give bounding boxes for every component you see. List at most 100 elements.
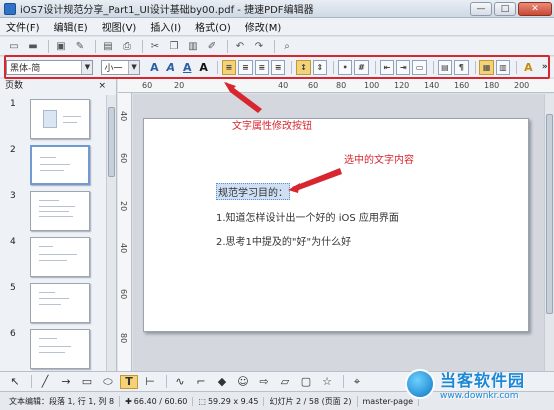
points-icon[interactable]: ⌖	[348, 375, 366, 389]
menu-modify[interactable]: 修改(M)	[245, 19, 281, 34]
italic-icon[interactable]: A	[164, 60, 178, 75]
page-thumbnail[interactable]	[30, 99, 90, 139]
redo-icon[interactable]: ↷	[251, 39, 267, 53]
document-canvas[interactable]: 规范学习目的： 1.知道怎样设计出一个好的 iOS 应用界面 2.思考1中提及的…	[133, 94, 544, 371]
page-thumbnail[interactable]	[30, 237, 90, 277]
menu-file[interactable]: 文件(F)	[6, 19, 40, 34]
font-size-select[interactable]: 小一 ▼	[100, 59, 141, 75]
print-icon[interactable]: ⎙	[119, 39, 135, 53]
align-center-icon[interactable]: ≡	[238, 59, 253, 75]
vertical-text-icon[interactable]: ▥	[495, 59, 511, 75]
page-thumbnail-item[interactable]: 1	[0, 97, 106, 141]
selected-text-block[interactable]: 规范学习目的：	[216, 183, 290, 200]
indent-increase-icon[interactable]: ⇥	[396, 59, 411, 75]
scrollbar-thumb[interactable]	[108, 107, 115, 177]
menu-insert[interactable]: 插入(I)	[150, 19, 181, 34]
rectangle-icon[interactable]: ▭	[78, 375, 96, 389]
page-thumbnail[interactable]	[30, 191, 90, 231]
copy-icon[interactable]: ❐	[166, 39, 182, 53]
status-size-value: 59.29 x 9.45	[207, 396, 259, 406]
ellipse-icon[interactable]: ⬭	[99, 375, 117, 389]
page-thumbnail[interactable]	[30, 283, 90, 323]
ruler-label: 200	[514, 81, 530, 90]
thumbnail-line	[63, 116, 81, 117]
basic-shapes-icon[interactable]: ◆	[213, 375, 231, 389]
page-thumbnail-item[interactable]: 4	[0, 235, 106, 279]
line-icon[interactable]: ╱	[36, 375, 54, 389]
paragraph-spacing-icon[interactable]: ⇕	[312, 59, 328, 75]
page-thumbnail[interactable]	[30, 329, 90, 369]
bold-icon[interactable]: A	[147, 60, 161, 75]
page-thumbnail-item[interactable]: 3	[0, 189, 106, 233]
bullets-icon[interactable]: •	[337, 59, 353, 75]
scrollbar-thumb[interactable]	[546, 114, 553, 314]
format-paintbrush-icon[interactable]: ✐	[204, 39, 220, 53]
arrow-line-icon[interactable]: →	[57, 375, 75, 389]
page-thumbnail-selected[interactable]	[30, 145, 90, 185]
align-left-icon[interactable]: ≡	[221, 59, 237, 75]
ruler-label: 20	[174, 81, 185, 90]
align-right-icon[interactable]: ≡	[254, 59, 269, 75]
text-tool-icon[interactable]: T	[120, 374, 138, 389]
justify-icon[interactable]: ≡	[270, 59, 286, 75]
toolbar-separator	[166, 375, 167, 388]
page-number: 1	[10, 99, 16, 109]
document-line[interactable]: 2.思考1中提及的"好"为什么好	[216, 233, 351, 248]
minimize-button[interactable]: —	[470, 1, 492, 16]
edit-file-icon[interactable]: ✎	[72, 39, 88, 53]
document-line[interactable]: 1.知道怎样设计出一个好的 iOS 应用界面	[216, 209, 399, 224]
page-thumbnail-list: 1 2 3 4 5 6	[0, 95, 106, 371]
zoom-icon[interactable]: ⌕	[279, 39, 295, 53]
page-thumbnail-item[interactable]: 2	[0, 143, 106, 187]
menu-view[interactable]: 视图(V)	[102, 19, 137, 34]
save-icon[interactable]: ▣	[53, 39, 69, 53]
status-mode: 文本编辑：段落 1, 行 1, 列 8	[4, 395, 121, 407]
page-thumbnail-item[interactable]: 5	[0, 281, 106, 325]
paste-icon[interactable]: ▥	[185, 39, 201, 53]
menu-format[interactable]: 格式(O)	[195, 19, 231, 34]
line-spacing-icon[interactable]: ↕	[296, 59, 311, 75]
selection-annotation: 选中的文字内容	[344, 155, 414, 166]
font-name-select[interactable]: 黑体-简 ▼	[6, 59, 94, 75]
new-document-icon[interactable]: ▭	[6, 39, 22, 53]
flowchart-icon[interactable]: ▱	[276, 375, 294, 389]
block-arrows-icon[interactable]: ⇨	[255, 375, 273, 389]
ruler-label: 60	[142, 81, 153, 90]
export-pdf-icon[interactable]: ▤	[100, 39, 116, 53]
undo-icon[interactable]: ↶	[232, 39, 248, 53]
underline-icon[interactable]: A	[180, 60, 194, 75]
indent-decrease-icon[interactable]: ⇤	[379, 59, 395, 75]
close-icon[interactable]: ×	[98, 79, 106, 93]
text-direction-icon[interactable]: ▭	[412, 59, 427, 75]
status-page: 幻灯片 2 / 58 (页面 2)	[264, 395, 358, 407]
maximize-button[interactable]: □	[494, 1, 516, 16]
vertical-text-icon[interactable]: ⊢	[141, 375, 159, 389]
toolbar-separator	[142, 39, 143, 53]
document-scrollbar[interactable]	[544, 94, 554, 371]
thumbnail-line	[39, 338, 57, 339]
select-pointer-icon[interactable]: ↖	[6, 375, 24, 389]
callouts-icon[interactable]: ▢	[297, 375, 315, 389]
toolbar-separator	[291, 60, 293, 74]
page-thumbnail-item[interactable]: 6	[0, 327, 106, 371]
text-frame-icon[interactable]: ▦	[479, 59, 494, 75]
open-folder-icon[interactable]: ▬	[25, 39, 41, 53]
menu-edit[interactable]: 编辑(E)	[54, 19, 88, 34]
chevron-down-icon[interactable]: ▼	[128, 60, 140, 74]
font-color-icon[interactable]: A	[196, 60, 210, 75]
paragraph-icon[interactable]: ¶	[454, 59, 469, 75]
side-scrollbar[interactable]	[106, 95, 116, 371]
document-page[interactable]: 规范学习目的： 1.知道怎样设计出一个好的 iOS 应用界面 2.思考1中提及的…	[143, 118, 529, 332]
curve-icon[interactable]: ∿	[171, 375, 189, 389]
fontwork-icon[interactable]: A	[521, 60, 535, 75]
ruler-label: 60	[119, 153, 128, 164]
character-icon[interactable]: ▤	[437, 59, 453, 75]
symbol-shapes-icon[interactable]: ☺	[234, 375, 252, 389]
more-options-icon[interactable]: »	[538, 60, 552, 75]
connector-icon[interactable]: ⌐	[192, 375, 210, 389]
stars-icon[interactable]: ☆	[318, 375, 336, 389]
close-button[interactable]: ✕	[518, 1, 552, 16]
cut-icon[interactable]: ✂	[147, 39, 163, 53]
numbering-icon[interactable]: #	[354, 59, 369, 75]
chevron-down-icon[interactable]: ▼	[81, 60, 93, 74]
